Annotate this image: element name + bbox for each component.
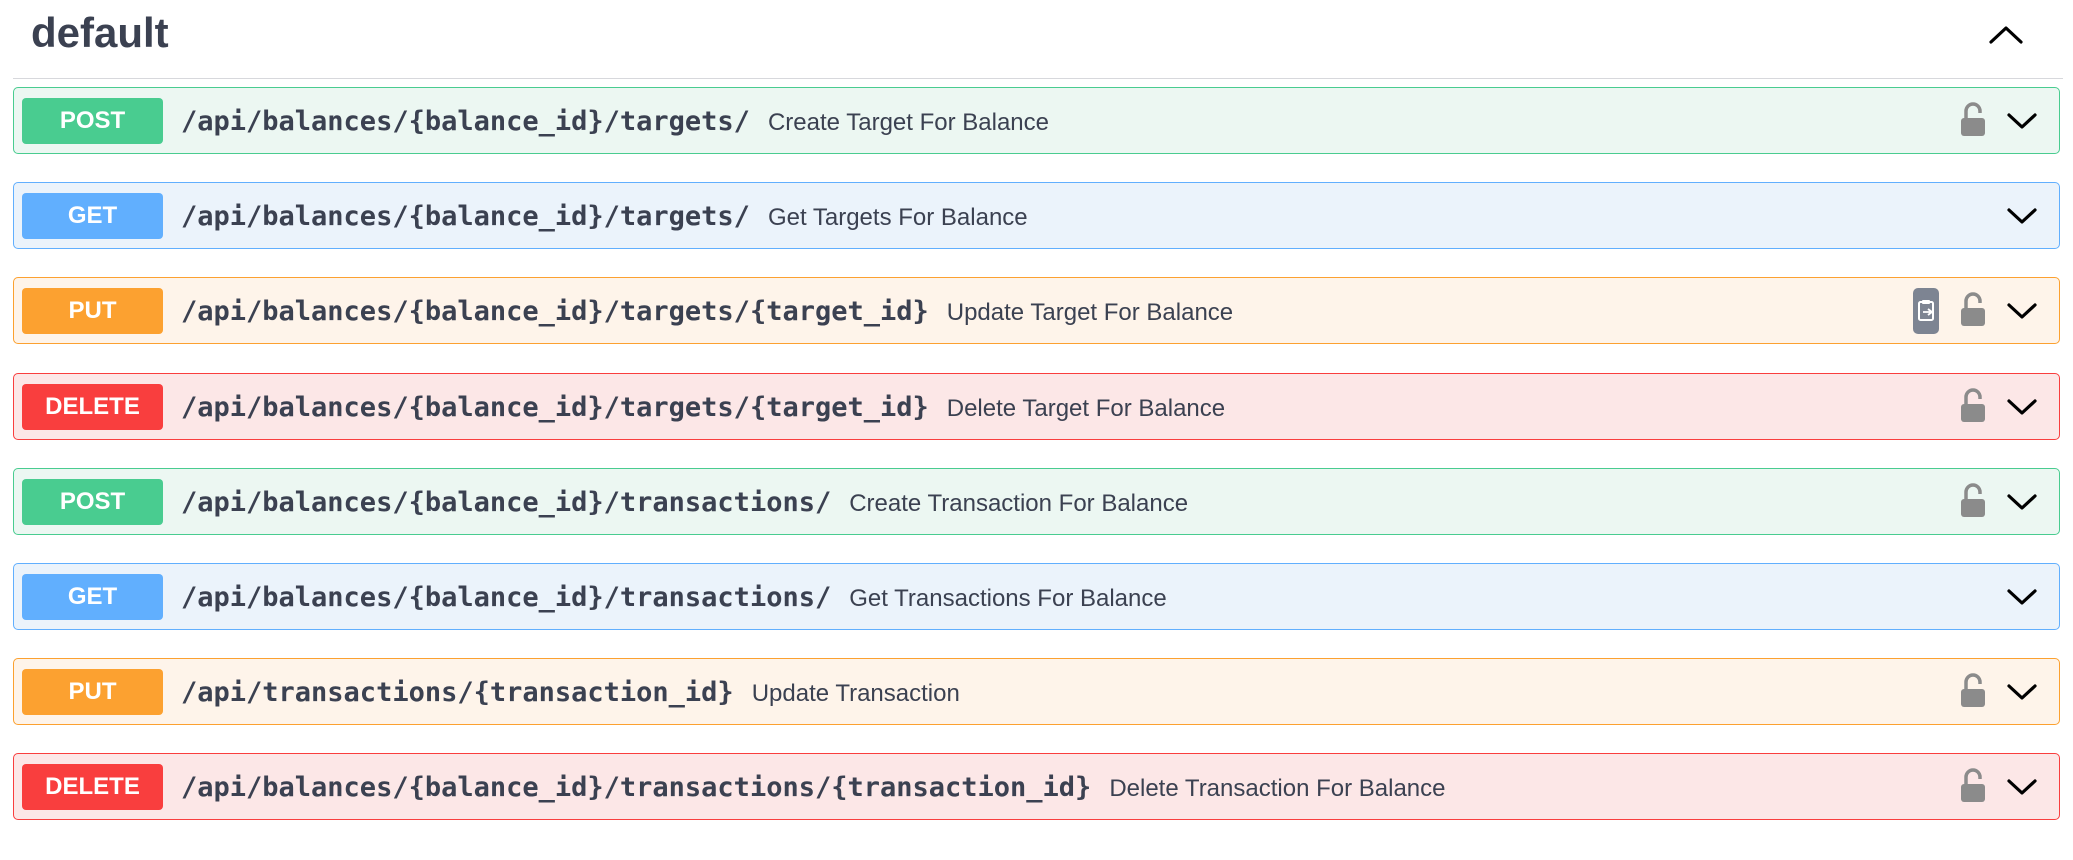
path-text: /api/balances/{balance_id}/targets/{targ… [181, 392, 929, 423]
opblock-post[interactable]: POST /api/balances/{balance_id}/targets/… [13, 87, 2060, 154]
lock-icon[interactable] [1958, 387, 1988, 425]
operation-summary: Update Transaction [751, 680, 960, 707]
chevron-down-icon[interactable] [2004, 294, 2040, 328]
operation-summary: Update Target For Balance [946, 299, 1234, 326]
opblock-post[interactable]: POST /api/balances/{balance_id}/transact… [13, 468, 2060, 535]
path-text: /api/balances/{balance_id}/targets/{targ… [181, 296, 929, 327]
endpoint-path[interactable]: /api/balances/{balance_id}/targets/Get T… [181, 183, 1028, 250]
chevron-down-icon[interactable] [2004, 675, 2040, 709]
endpoint-path[interactable]: /api/balances/{balance_id}/transactions/… [181, 564, 1167, 631]
endpoint-path[interactable]: /api/transactions/{transaction_id} Update… [181, 659, 960, 726]
method-badge: GET [22, 574, 163, 620]
copy-to-clipboard-icon[interactable] [1913, 288, 1939, 334]
method-badge: PUT [22, 288, 163, 334]
method-badge: DELETE [22, 384, 163, 430]
lock-icon[interactable] [1958, 482, 1988, 520]
endpoint-path[interactable]: /api/balances/{balance_id}/transactions/… [181, 754, 1446, 821]
section-header[interactable]: default [13, 0, 2063, 79]
path-text: /api/balances/{balance_id}/transactions/ [181, 487, 832, 518]
chevron-down-icon[interactable] [2004, 390, 2040, 424]
chevron-up-icon[interactable] [1978, 12, 2034, 56]
operation-summary: Delete Target For Balance [946, 395, 1226, 422]
lock-icon[interactable] [1958, 672, 1988, 710]
lock-icon[interactable] [1958, 767, 1988, 805]
lock-icon[interactable] [1958, 291, 1988, 329]
opblock-delete[interactable]: DELETE /api/balances/{balance_id}/transa… [13, 753, 2060, 820]
method-badge: POST [22, 479, 163, 525]
method-badge: DELETE [22, 764, 163, 810]
opblock-put[interactable]: PUT /api/balances/{balance_id}/targets/{… [13, 277, 2060, 344]
operation-summary: Create Transaction For Balance [849, 490, 1189, 517]
operations-section: default POST /api/balances/{balance_id}/… [0, 0, 2073, 860]
endpoint-path[interactable]: /api/balances/{balance_id}/transactions/… [181, 469, 1188, 536]
endpoint-path[interactable]: /api/balances/{balance_id}/targets/{targ… [181, 278, 1233, 345]
chevron-down-icon[interactable] [2004, 770, 2040, 804]
endpoint-path[interactable]: /api/balances/{balance_id}/targets/Creat… [181, 88, 1049, 155]
operation-summary: Delete Transaction For Balance [1109, 775, 1446, 802]
chevron-down-icon[interactable] [2004, 104, 2040, 138]
section-title: default [31, 9, 169, 56]
path-text: /api/balances/{balance_id}/targets/ [181, 106, 750, 137]
operation-summary: Get Targets For Balance [767, 204, 1028, 231]
operation-summary: Get Transactions For Balance [849, 585, 1167, 612]
path-text: /api/transactions/{transaction_id} [181, 677, 734, 708]
path-text: /api/balances/{balance_id}/transactions/… [181, 772, 1092, 803]
chevron-down-icon[interactable] [2004, 580, 2040, 614]
path-text: /api/balances/{balance_id}/targets/ [181, 201, 750, 232]
opblock-delete[interactable]: DELETE /api/balances/{balance_id}/target… [13, 373, 2060, 440]
chevron-down-icon[interactable] [2004, 485, 2040, 519]
opblock-get[interactable]: GET /api/balances/{balance_id}/transacti… [13, 563, 2060, 630]
chevron-down-icon[interactable] [2004, 199, 2040, 233]
method-badge: PUT [22, 669, 163, 715]
opblock-get[interactable]: GET /api/balances/{balance_id}/targets/G… [13, 182, 2060, 249]
method-badge: POST [22, 98, 163, 144]
endpoint-path[interactable]: /api/balances/{balance_id}/targets/{targ… [181, 374, 1225, 441]
method-badge: GET [22, 193, 163, 239]
lock-icon[interactable] [1958, 101, 1988, 139]
opblock-put[interactable]: PUT /api/transactions/{transaction_id} Up… [13, 658, 2060, 725]
operation-summary: Create Target For Balance [767, 109, 1049, 136]
path-text: /api/balances/{balance_id}/transactions/ [181, 582, 832, 613]
